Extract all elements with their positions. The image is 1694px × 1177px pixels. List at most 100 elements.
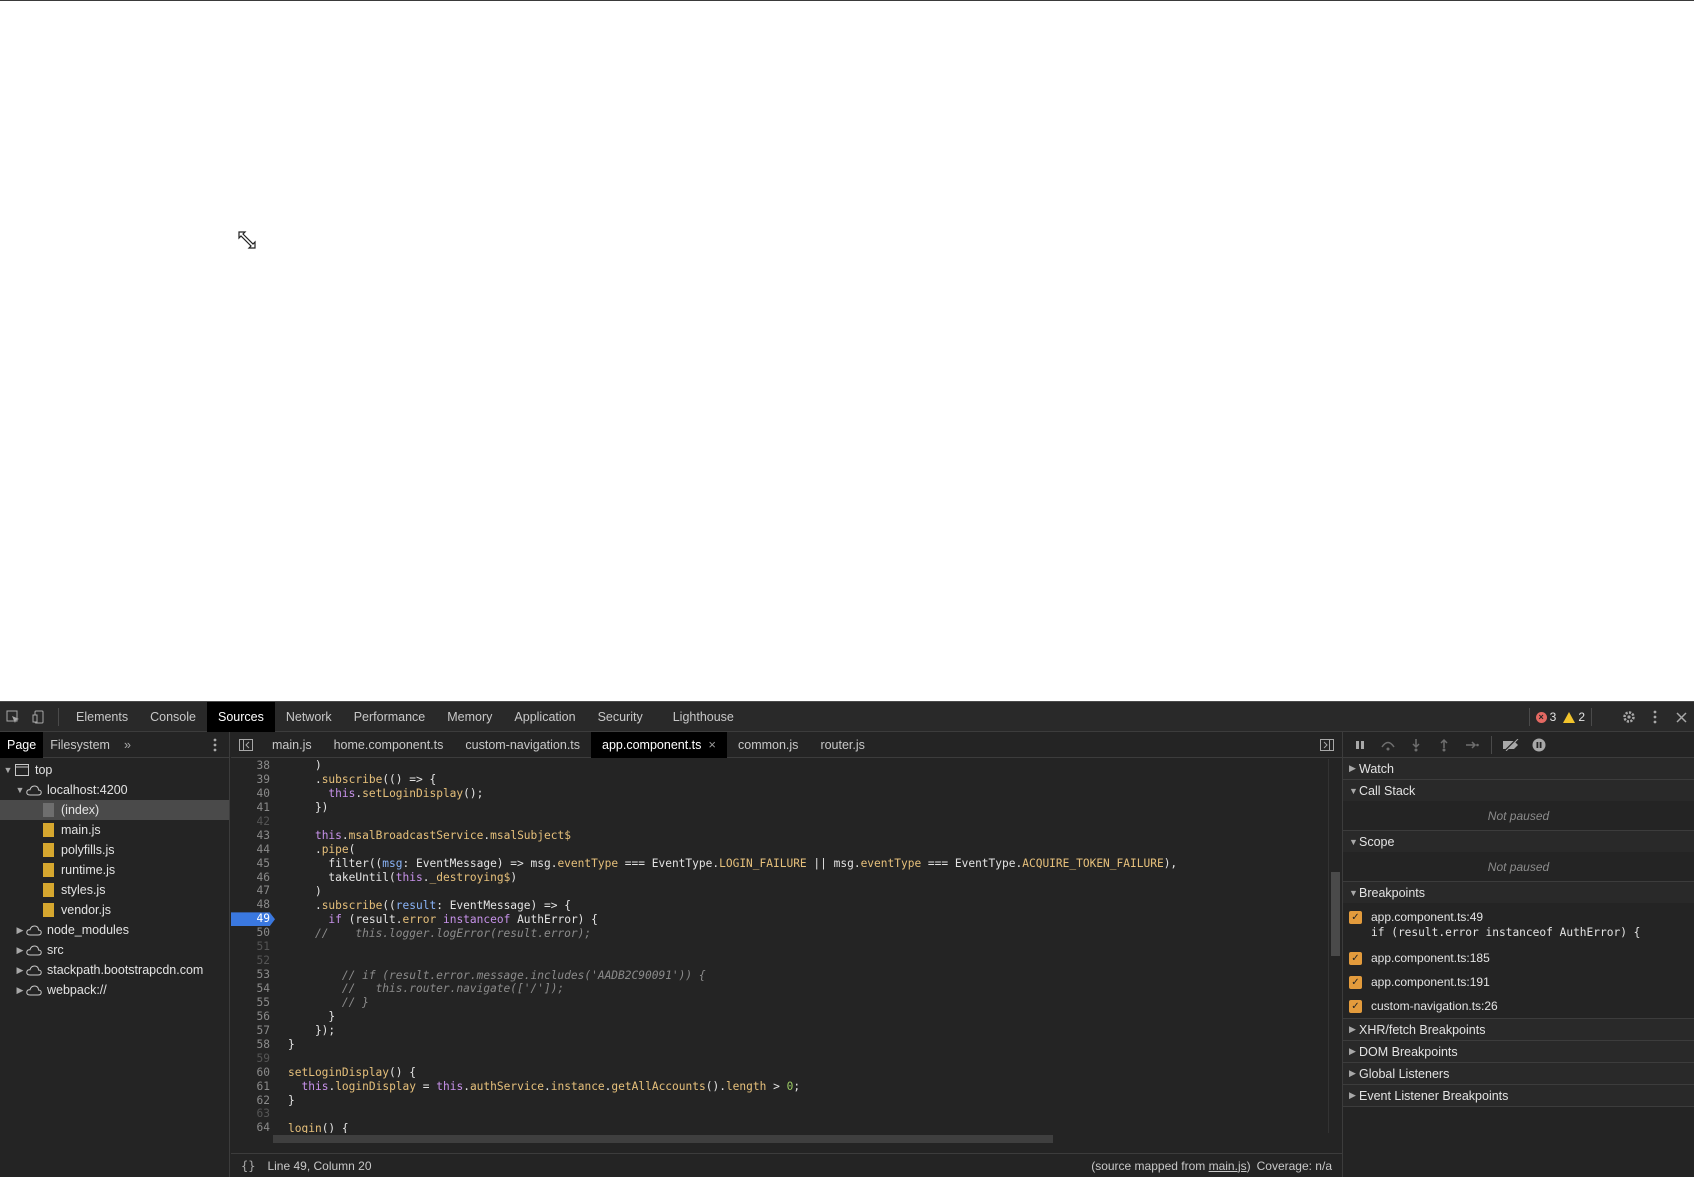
code-line[interactable]: 48 .subscribe((result: EventMessage) => … xyxy=(231,898,1328,912)
line-number[interactable]: 42 xyxy=(231,815,273,829)
line-number[interactable]: 55 xyxy=(231,996,273,1010)
step-out-icon[interactable] xyxy=(1435,736,1453,754)
tab-security[interactable]: Security xyxy=(587,702,654,732)
vertical-scrollbar[interactable] xyxy=(1328,759,1342,1133)
line-number[interactable]: 58 xyxy=(231,1038,273,1052)
tree-file-vendor-js[interactable]: vendor.js xyxy=(0,900,229,920)
code-line[interactable]: 61 this.loginDisplay = this.authService.… xyxy=(231,1080,1328,1094)
source-map-link[interactable]: main.js xyxy=(1209,1159,1247,1173)
tab-memory[interactable]: Memory xyxy=(436,702,503,732)
code-line[interactable]: 46 takeUntil(this._destroying$) xyxy=(231,871,1328,885)
pretty-print-icon[interactable]: {} xyxy=(241,1159,255,1173)
watch-header[interactable]: ▶ Watch xyxy=(1343,758,1694,779)
code-line[interactable]: 42 xyxy=(231,815,1328,829)
editor-tab-common-js[interactable]: common.js xyxy=(727,732,809,758)
line-number[interactable]: 45 xyxy=(231,857,273,871)
line-number[interactable]: 43 xyxy=(231,829,273,843)
tree-item-node-modules[interactable]: ▶ node_modules xyxy=(0,920,229,940)
close-devtools-icon[interactable] xyxy=(1668,702,1694,732)
step-into-icon[interactable] xyxy=(1407,736,1425,754)
code-line[interactable]: 51 xyxy=(231,940,1328,954)
event-listener-breakpoints-header[interactable]: ▶ Event Listener Breakpoints xyxy=(1343,1085,1694,1106)
tree-item-origin[interactable]: ▼ localhost:4200 xyxy=(0,780,229,800)
line-number[interactable]: 59 xyxy=(231,1052,273,1066)
code-line[interactable]: 63 xyxy=(231,1107,1328,1121)
call-stack-header[interactable]: ▼ Call Stack xyxy=(1343,780,1694,801)
deactivate-breakpoints-icon[interactable] xyxy=(1502,736,1520,754)
tab-sources[interactable]: Sources xyxy=(206,701,275,732)
toggle-debugger-icon[interactable] xyxy=(1320,739,1334,754)
tree-item-top[interactable]: ▼ top xyxy=(0,760,229,780)
breakpoint-marker[interactable]: 49 xyxy=(231,912,273,926)
line-number[interactable]: 53 xyxy=(231,968,273,982)
tree-file-index[interactable]: (index) xyxy=(0,800,229,820)
xhr-breakpoints-header[interactable]: ▶ XHR/fetch Breakpoints xyxy=(1343,1019,1694,1040)
code-line[interactable]: 43 this.msalBroadcastService.msalSubject… xyxy=(231,829,1328,843)
line-number[interactable]: 63 xyxy=(231,1107,273,1121)
code-line[interactable]: 53 // if (result.error.message.includes(… xyxy=(231,968,1328,982)
code-line[interactable]: 40 this.setLoginDisplay(); xyxy=(231,787,1328,801)
device-toolbar-icon[interactable] xyxy=(26,702,52,732)
breakpoint-item[interactable]: ✓ app.component.ts:49 if (result.error i… xyxy=(1343,903,1694,943)
line-number[interactable]: 64 xyxy=(231,1121,273,1133)
code-line[interactable]: 64 login() { xyxy=(231,1121,1328,1133)
line-number[interactable]: 61 xyxy=(231,1080,273,1094)
horizontal-scrollbar[interactable] xyxy=(273,1133,1328,1145)
code-line[interactable]: 45 filter((msg: EventMessage) => msg.eve… xyxy=(231,857,1328,871)
navigator-menu-icon[interactable] xyxy=(213,738,217,755)
code-line[interactable]: 52 xyxy=(231,954,1328,968)
tab-network[interactable]: Network xyxy=(275,702,343,732)
tab-elements[interactable]: Elements xyxy=(65,702,139,732)
editor-tab-router-js[interactable]: router.js xyxy=(809,732,875,758)
tree-file-styles-js[interactable]: styles.js xyxy=(0,880,229,900)
line-number[interactable]: 46 xyxy=(231,871,273,885)
code-line[interactable]: 56 } xyxy=(231,1010,1328,1024)
line-number[interactable]: 44 xyxy=(231,843,273,857)
code-line[interactable]: 54 // this.router.navigate(['/']); xyxy=(231,982,1328,996)
more-options-icon[interactable] xyxy=(1642,702,1668,732)
tab-page[interactable]: Page xyxy=(0,731,44,758)
line-number[interactable]: 38 xyxy=(231,759,273,773)
tab-application[interactable]: Application xyxy=(503,702,586,732)
tree-item-webpack[interactable]: ▶ webpack:// xyxy=(0,980,229,1000)
editor-tab-custom-navigation[interactable]: custom-navigation.ts xyxy=(454,732,591,758)
line-number[interactable]: 48 xyxy=(231,898,273,912)
issues-counter[interactable]: × 3 2 xyxy=(1528,708,1592,726)
settings-gear-icon[interactable] xyxy=(1616,702,1642,732)
breakpoint-item[interactable]: ✓ app.component.ts:185 xyxy=(1343,943,1694,970)
line-number[interactable]: 56 xyxy=(231,1010,273,1024)
code-line[interactable]: 39 .subscribe(() => { xyxy=(231,773,1328,787)
tab-filesystem[interactable]: Filesystem xyxy=(43,732,117,758)
code-line[interactable]: 44 .pipe( xyxy=(231,843,1328,857)
code-line[interactable]: 62} xyxy=(231,1094,1328,1108)
scope-header[interactable]: ▼ Scope xyxy=(1343,831,1694,852)
line-number[interactable]: 57 xyxy=(231,1024,273,1038)
line-number[interactable]: 52 xyxy=(231,954,273,968)
code-line[interactable]: 49 if (result.error instanceof AuthError… xyxy=(231,912,1328,926)
code-line[interactable]: 60 setLoginDisplay() { xyxy=(231,1066,1328,1080)
tree-file-main-js[interactable]: main.js xyxy=(0,820,229,840)
code-line[interactable]: 55 // } xyxy=(231,996,1328,1010)
editor-tab-main-js[interactable]: main.js xyxy=(261,732,323,758)
tree-item-src[interactable]: ▶ src xyxy=(0,940,229,960)
global-listeners-header[interactable]: ▶ Global Listeners xyxy=(1343,1063,1694,1084)
checkbox-checked-icon[interactable]: ✓ xyxy=(1349,976,1362,989)
line-number[interactable]: 47 xyxy=(231,884,273,898)
code-lines[interactable]: 38 ) 39 .subscribe(() => {40 this.setLogi… xyxy=(231,759,1328,1133)
toggle-navigator-icon[interactable] xyxy=(231,732,261,758)
step-over-icon[interactable] xyxy=(1379,736,1397,754)
line-number[interactable]: 40 xyxy=(231,787,273,801)
code-line[interactable]: 47 ) xyxy=(231,884,1328,898)
code-line[interactable]: 58} xyxy=(231,1038,1328,1052)
pause-on-exceptions-icon[interactable] xyxy=(1530,736,1548,754)
code-line[interactable]: 57 }); xyxy=(231,1024,1328,1038)
editor-tab-home-component[interactable]: home.component.ts xyxy=(323,732,455,758)
code-line[interactable]: 59 xyxy=(231,1052,1328,1066)
line-number[interactable]: 54 xyxy=(231,982,273,996)
breakpoint-item[interactable]: ✓ app.component.ts:191 xyxy=(1343,970,1694,994)
line-number[interactable]: 62 xyxy=(231,1094,273,1108)
dom-breakpoints-header[interactable]: ▶ DOM Breakpoints xyxy=(1343,1041,1694,1062)
tab-lighthouse[interactable]: Lighthouse xyxy=(662,702,745,732)
line-number[interactable]: 50 xyxy=(231,926,273,940)
code-line[interactable]: 41 }) xyxy=(231,801,1328,815)
